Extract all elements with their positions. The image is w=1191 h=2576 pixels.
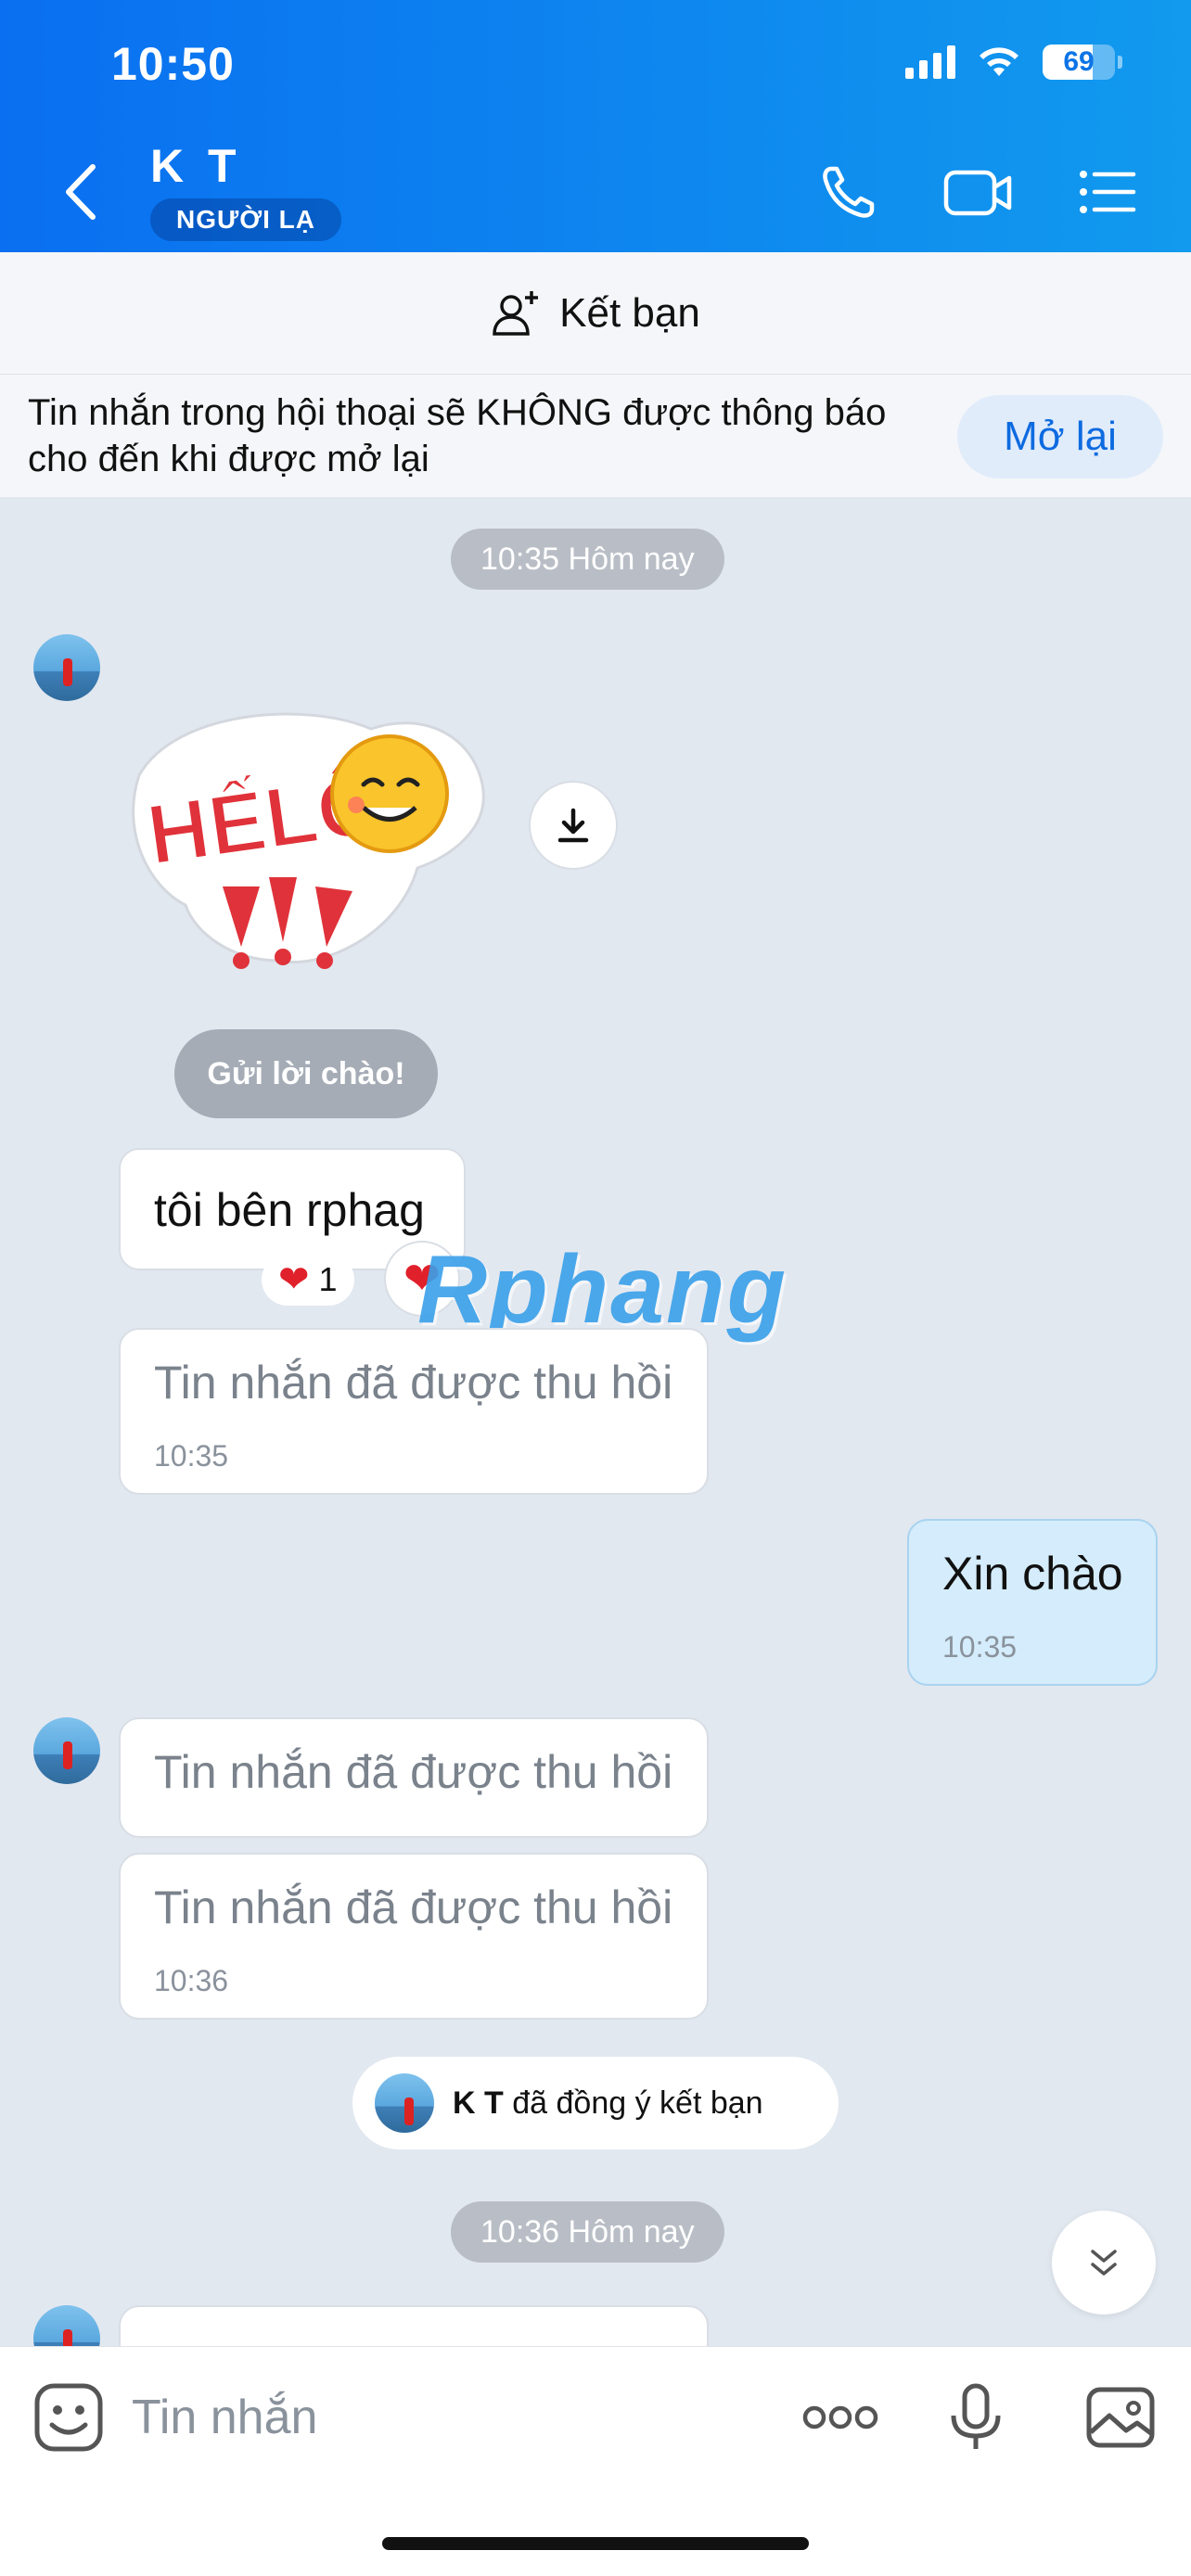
battery-icon: 69	[1043, 45, 1122, 80]
accept-notice-text: K T đã đồng ý kết bạn	[453, 2085, 763, 2122]
emoji-icon[interactable]	[32, 2380, 106, 2455]
message-time: 10:36	[154, 1964, 229, 1997]
avatar[interactable]	[33, 2305, 100, 2346]
time-divider: 10:36 Hôm nay	[451, 2201, 724, 2263]
video-call-icon[interactable]	[942, 159, 1015, 224]
notice-text: Tin nhắn trong hội thoại sẽ KHÔNG được t…	[28, 392, 887, 479]
time-divider: 10:35 Hôm nay	[451, 529, 724, 590]
scroll-down-button[interactable]	[1052, 2211, 1156, 2315]
mute-notice: Tin nhắn trong hội thoại sẽ KHÔNG được t…	[0, 375, 1191, 497]
send-greeting-button[interactable]: Gửi lời chào!	[174, 1029, 438, 1118]
my-message-bubble[interactable]: Xin chào 10:35	[907, 1519, 1158, 1686]
signal-icon	[905, 45, 955, 79]
reopen-button[interactable]: Mở lại	[957, 395, 1163, 478]
chat-title[interactable]: K T	[150, 139, 242, 193]
add-friend-label: Kết bạn	[559, 289, 700, 336]
back-icon[interactable]	[58, 159, 104, 224]
recalled-message[interactable]: Tin nhắn đã được thu hồi 10:35	[119, 1328, 709, 1495]
message-bubble-partial[interactable]	[119, 2305, 709, 2346]
friend-accepted-notice: K T đã đồng ý kết bạn	[352, 2057, 839, 2149]
recalled-message[interactable]: Tin nhắn đã được thu hồi 10:36	[119, 1853, 709, 2020]
image-icon[interactable]	[1083, 2380, 1158, 2455]
recalled-message[interactable]: Tin nhắn đã được thu hồi	[119, 1717, 709, 1838]
message-time: 10:35	[154, 1439, 229, 1473]
more-icon[interactable]	[801, 2380, 879, 2455]
battery-level: 69	[1063, 46, 1095, 77]
accept-name: K T	[453, 2085, 504, 2121]
chat-area[interactable]: 10:35 Hôm nay HẾLÔ Gửi lời chào! tôi bên…	[0, 497, 1191, 2346]
chevron-down-icon	[1091, 2250, 1117, 2276]
avatar[interactable]	[375, 2073, 434, 2133]
download-button[interactable]	[529, 781, 618, 870]
message-text: Xin chào	[942, 1548, 1123, 1600]
recalled-text: Tin nhắn đã được thu hồi	[154, 1357, 673, 1409]
status-icons: 69	[905, 45, 1122, 80]
message-time: 10:35	[942, 1630, 1018, 1664]
hello-sticker[interactable]: HẾLÔ	[121, 692, 501, 970]
wifi-icon	[980, 47, 1018, 76]
avatar[interactable]	[33, 634, 100, 701]
accept-text: đã đồng ý kết bạn	[512, 2085, 763, 2121]
header: 10:50 69 K T NGƯỜI LẠ	[0, 0, 1191, 252]
reaction-count: 1	[318, 1260, 338, 1298]
download-icon	[557, 808, 589, 843]
stranger-badge: NGƯỜI LẠ	[150, 198, 341, 241]
heart-icon: ❤	[278, 1259, 310, 1300]
avatar[interactable]	[33, 1717, 100, 1784]
message-text: tôi bên rphag	[154, 1184, 425, 1236]
microphone-icon[interactable]	[939, 2380, 1013, 2455]
menu-icon[interactable]	[1076, 159, 1141, 224]
status-time: 10:50	[111, 38, 235, 90]
add-friend-button[interactable]: Kết bạn	[0, 252, 1191, 375]
recalled-text: Tin nhắn đã được thu hồi	[154, 1881, 673, 1933]
add-user-icon	[493, 290, 539, 336]
recalled-text: Tin nhắn đã được thu hồi	[154, 1746, 673, 1798]
reaction-badge[interactable]: ❤ 1	[262, 1254, 354, 1306]
message-input[interactable]: Tin nhắn	[132, 2390, 317, 2445]
home-indicator	[382, 2537, 809, 2550]
phone-icon[interactable]	[816, 159, 881, 224]
